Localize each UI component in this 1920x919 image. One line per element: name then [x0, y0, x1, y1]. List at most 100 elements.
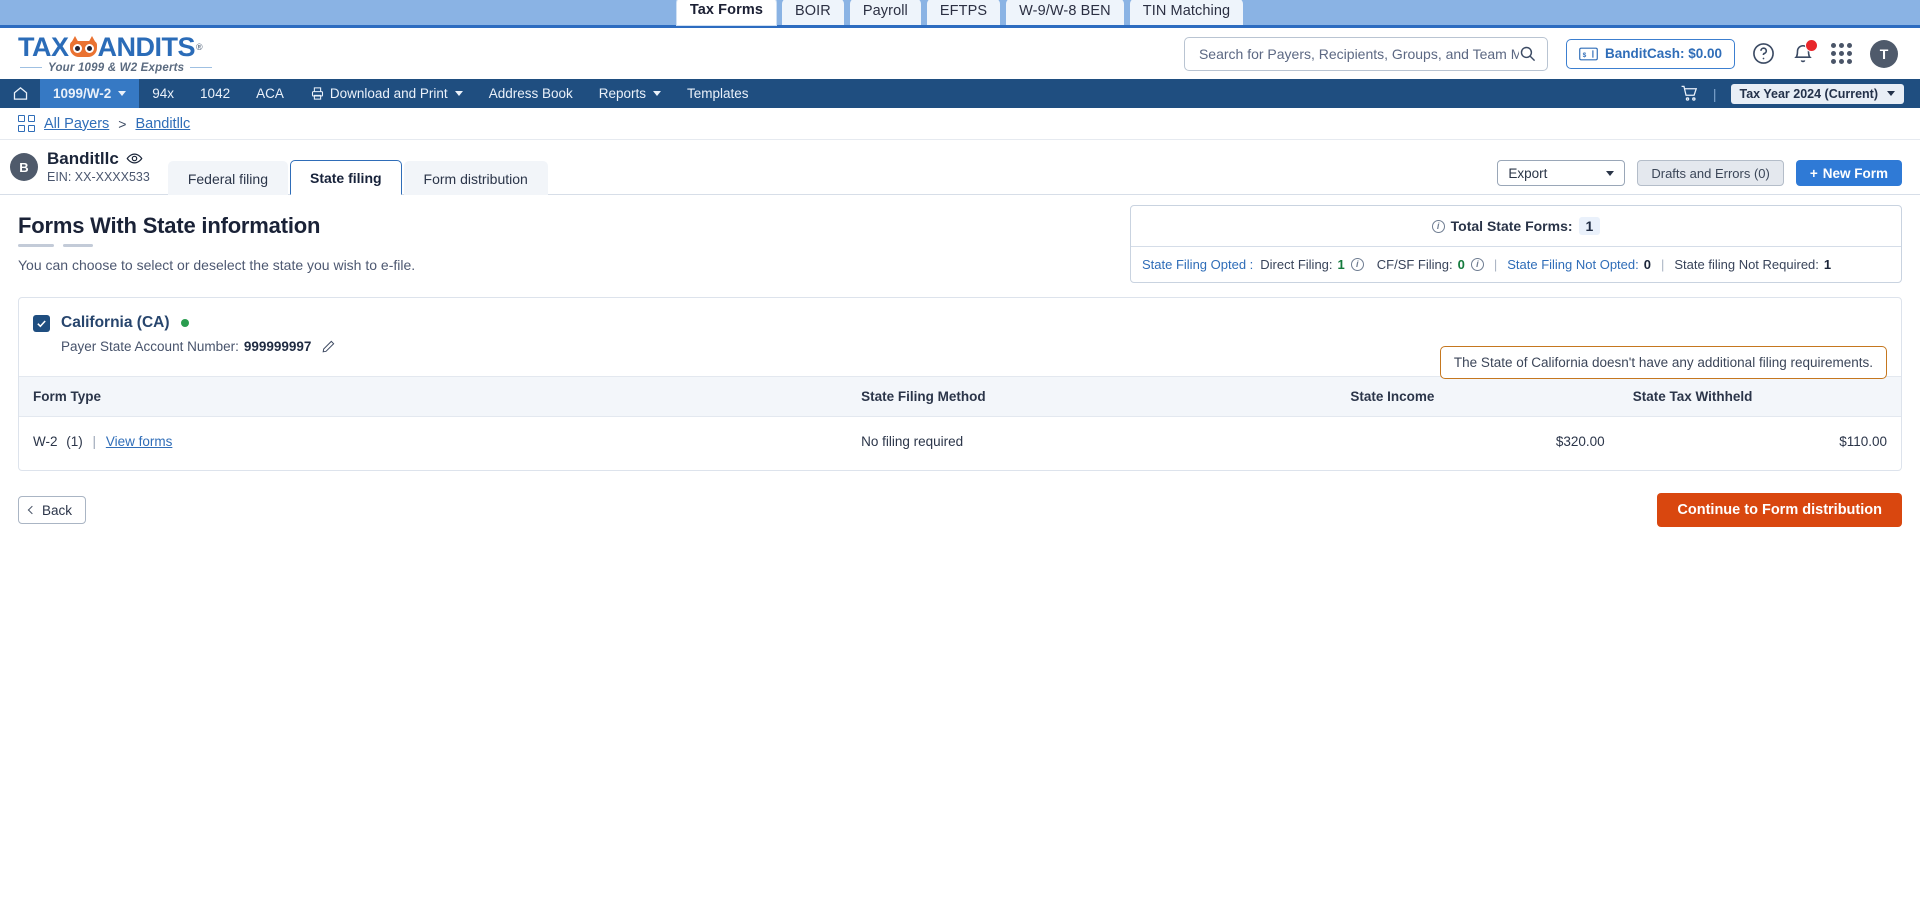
info-circle-icon[interactable]: i [1350, 258, 1364, 271]
product-tab-w9-w8ben[interactable]: W-9/W-8 BEN [1006, 0, 1124, 25]
user-avatar[interactable]: T [1870, 39, 1898, 68]
printer-icon [310, 86, 325, 101]
nav-label-1042: 1042 [200, 86, 231, 101]
back-button[interactable]: Back [18, 496, 87, 524]
product-tab-eftps[interactable]: EFTPS [926, 0, 1001, 25]
grid-squares-icon[interactable] [18, 115, 35, 132]
notifications-button[interactable] [1792, 38, 1818, 65]
cell-form-type: W-2 (1) | View forms [19, 417, 847, 471]
logo-tagline-row: Your 1099 & W2 Experts [18, 62, 213, 74]
question-circle-icon [1752, 42, 1775, 65]
form-type-name: W-2 [33, 434, 58, 449]
payer-ein: EIN: XX-XXXX533 [47, 169, 150, 184]
bandit-cash-button[interactable]: $ BanditCash: $0.00 [1565, 38, 1735, 69]
payer-avatar: B [10, 153, 38, 182]
view-forms-link[interactable]: View forms [106, 434, 173, 449]
state-checkbox[interactable] [33, 314, 50, 332]
nav-item-address-book[interactable]: Address Book [476, 79, 586, 108]
apps-grid-icon [1831, 43, 1852, 64]
table-header: Form Type State Filing Method State Inco… [19, 376, 1901, 417]
payer-name-row: Banditllc [47, 149, 150, 169]
nav-home-button[interactable] [0, 79, 40, 108]
state-forms-table: Form Type State Filing Method State Inco… [19, 376, 1901, 470]
product-tab-payroll[interactable]: Payroll [849, 0, 921, 25]
page-title-payer-name: Banditllc [47, 149, 119, 169]
apps-button[interactable] [1831, 43, 1852, 64]
search-icon[interactable] [1519, 45, 1536, 62]
chevron-down-icon [118, 91, 127, 96]
info-circle-icon[interactable]: i [1431, 219, 1445, 233]
tab-form-distribution[interactable]: Form distribution [403, 161, 548, 195]
breadcrumb-all-payers[interactable]: All Payers [44, 116, 109, 132]
nav-item-94x[interactable]: 94x [139, 79, 187, 108]
tagline-rule-left [20, 66, 42, 69]
state-filing-not-opted-label: State Filing Not Opted: [1507, 257, 1639, 272]
nav-label-94x: 94x [152, 86, 175, 101]
footer-actions: Back Continue to Form distribution [18, 493, 1902, 527]
tab-federal-filing[interactable]: Federal filing [167, 161, 288, 195]
eye-icon[interactable] [126, 150, 143, 167]
state-title-row: California (CA) [33, 314, 1901, 332]
chevron-down-icon [1606, 170, 1615, 176]
nav-item-reports[interactable]: Reports [586, 79, 674, 108]
cart-icon[interactable] [1680, 84, 1699, 103]
column-header-state-income: State Income [1336, 376, 1619, 417]
direct-filing-value: 1 [1337, 257, 1345, 272]
nav-label-download-and-print: Download and Print [329, 86, 448, 101]
chevron-down-icon [454, 91, 463, 96]
tax-year-selector[interactable]: Tax Year 2024 (Current) [1730, 83, 1904, 104]
payer-state-account-label: Payer State Account Number: [61, 339, 239, 354]
new-form-button[interactable]: + New Form [1795, 160, 1902, 186]
state-name: California (CA) [61, 314, 170, 331]
nav-item-aca[interactable]: ACA [243, 79, 297, 108]
nav-item-1099-w2[interactable]: 1099/W-2 [40, 79, 140, 108]
drafts-and-errors-button[interactable]: Drafts and Errors (0) [1637, 160, 1784, 186]
notification-badge [1805, 38, 1818, 52]
nav-item-1042[interactable]: 1042 [187, 79, 243, 108]
summary-divider: | [1660, 257, 1665, 272]
nav-item-download-and-print[interactable]: Download and Print [297, 79, 476, 108]
product-tab-tax-forms[interactable]: Tax Forms [676, 0, 776, 25]
cfsf-filing-label: CF/SF Filing: [1376, 257, 1453, 272]
chevron-down-icon [1887, 91, 1895, 96]
main-navigation: 1099/W-2 94x 1042 ACA Download and Print… [0, 79, 1920, 108]
state-requirements-note: The State of California doesn't have any… [1439, 346, 1887, 379]
breadcrumb-current-payer[interactable]: Banditllc [135, 116, 190, 132]
new-form-label: New Form [1822, 165, 1888, 181]
column-header-state-tax-withheld: State Tax Withheld [1618, 376, 1901, 417]
pencil-icon[interactable] [321, 339, 336, 354]
total-state-forms-label: Total State Forms: [1450, 218, 1573, 234]
product-tab-strip: Tax Forms BOIR Payroll EFTPS W-9/W-8 BEN… [0, 0, 1920, 28]
direct-filing-label: Direct Filing: [1260, 257, 1333, 272]
product-tab-boir[interactable]: BOIR [782, 0, 844, 25]
state-filing-not-required-value: 1 [1823, 257, 1832, 272]
continue-to-form-distribution-button[interactable]: Continue to Form distribution [1657, 493, 1902, 527]
payer-header: B Banditllc EIN: XX-XXXX533 Federal fili… [0, 140, 1920, 195]
state-filing-not-required-label: State filing Not Required: [1674, 257, 1819, 272]
table-row: W-2 (1) | View forms No filing required … [19, 417, 1901, 471]
form-type-count: (1) [66, 434, 83, 449]
column-header-state-filing-method: State Filing Method [847, 376, 1337, 417]
cash-note-icon: $ [1579, 47, 1598, 61]
main-content: Forms With State information You can cho… [0, 195, 1920, 527]
help-button[interactable] [1752, 42, 1775, 65]
nav-label-reports: Reports [598, 86, 647, 101]
tax-year-label: Tax Year 2024 (Current) [1739, 86, 1879, 101]
state-forms-summary-card: i Total State Forms: 1 State Filing Opte… [1130, 205, 1902, 283]
table-header-row: Form Type State Filing Method State Inco… [19, 376, 1901, 417]
payer-state-account-number: 999999997 [243, 339, 312, 354]
breadcrumb: All Payers > Banditllc [0, 108, 1920, 140]
nav-item-templates[interactable]: Templates [674, 79, 762, 108]
table-body: W-2 (1) | View forms No filing required … [19, 417, 1901, 471]
chevron-left-icon [27, 505, 37, 515]
tab-state-filing[interactable]: State filing [289, 160, 402, 195]
search-input[interactable] [1198, 45, 1519, 62]
product-tab-tin-matching[interactable]: TIN Matching [1129, 0, 1244, 25]
taxbandits-logo[interactable]: TAX ANDITS ® Your 1099 & W2 Experts [18, 33, 213, 74]
payer-identity: B Banditllc EIN: XX-XXXX533 [10, 149, 150, 194]
export-button[interactable]: Export [1497, 160, 1626, 186]
logo-wordmark: TAX ANDITS ® [18, 33, 212, 61]
info-circle-icon[interactable]: i [1470, 258, 1484, 271]
nav-label-address-book: Address Book [488, 86, 573, 101]
global-search[interactable] [1183, 36, 1548, 71]
